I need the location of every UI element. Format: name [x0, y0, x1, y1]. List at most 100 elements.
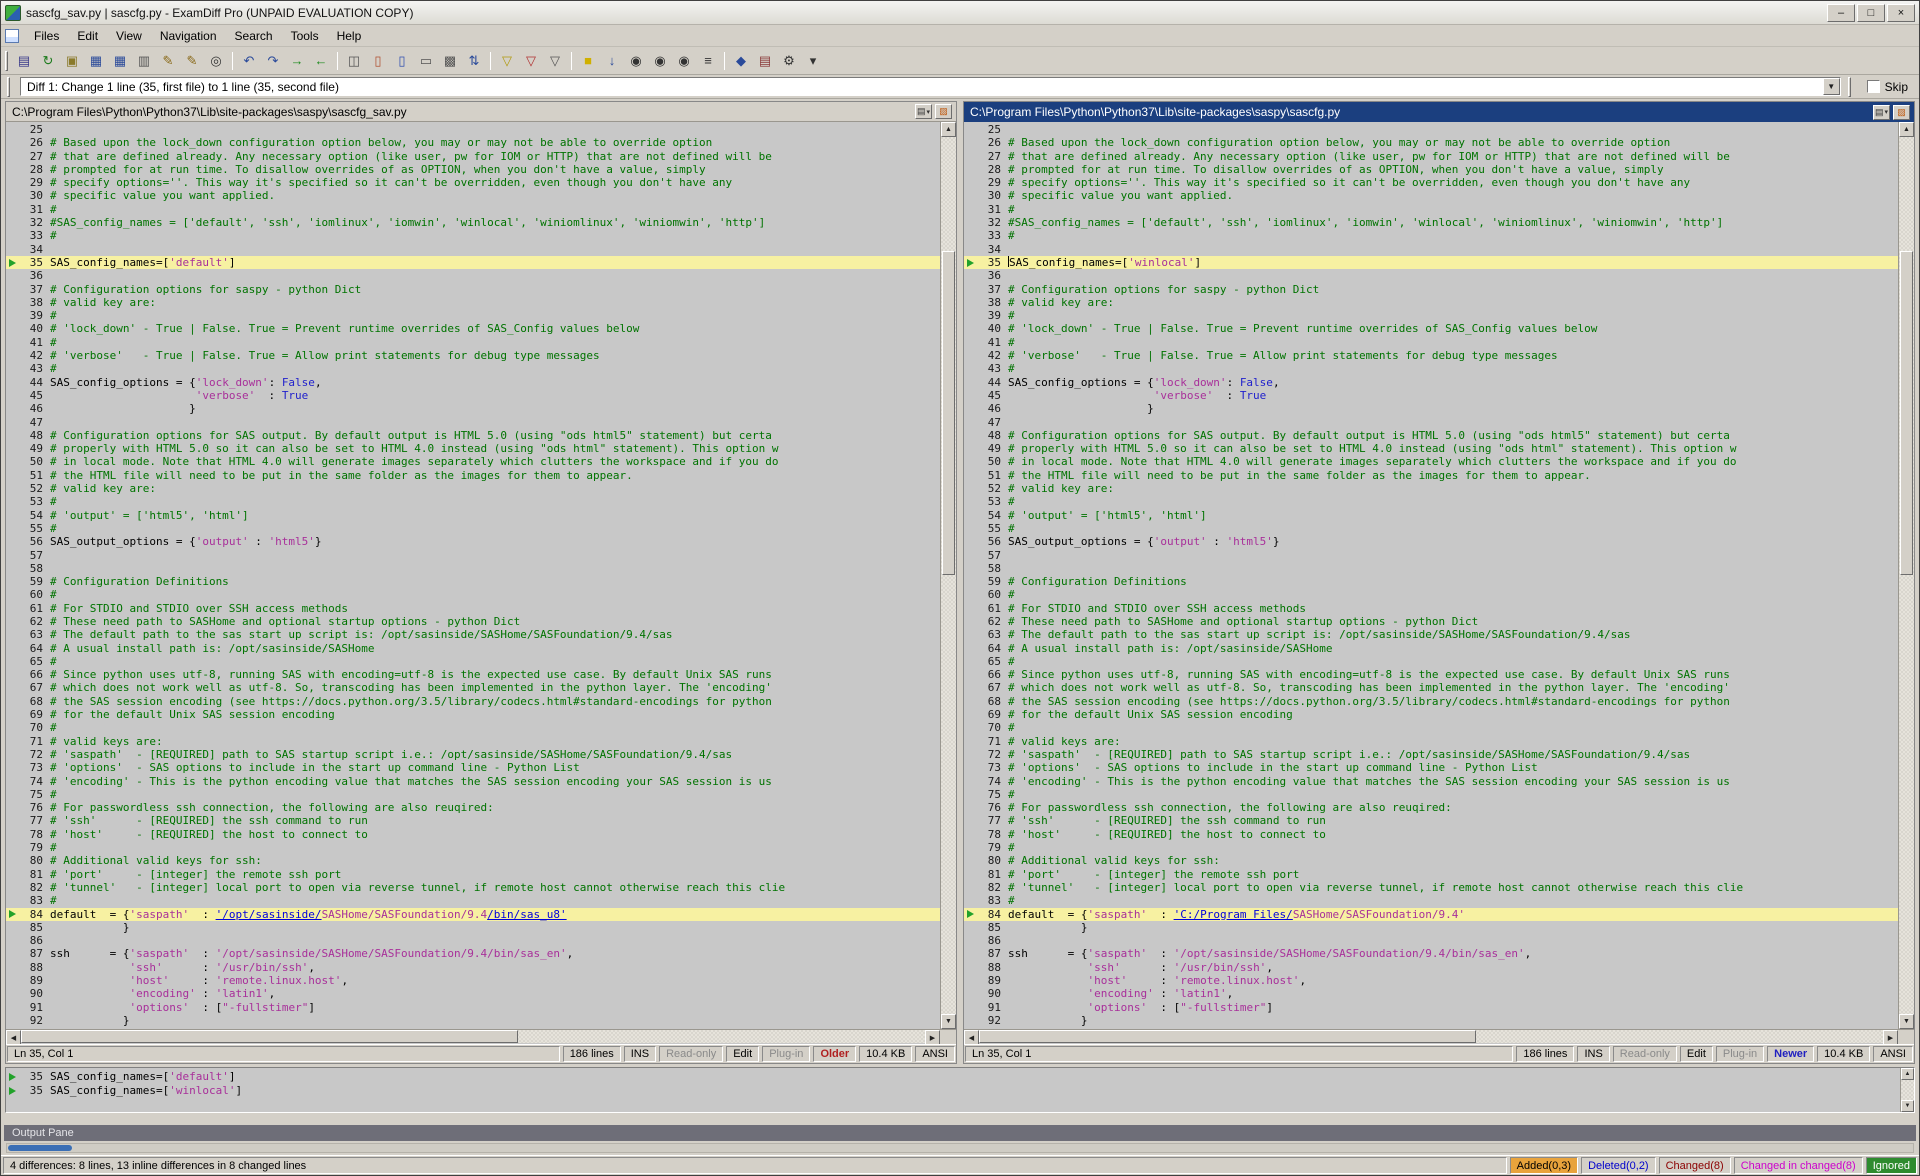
- code-line[interactable]: 33#: [6, 229, 940, 242]
- code-line[interactable]: 89 'host' : 'remote.linux.host',: [964, 974, 1898, 987]
- code-line[interactable]: 67# which does not work well as utf-8. S…: [964, 681, 1898, 694]
- code-line[interactable]: 45 'verbose' : True: [964, 389, 1898, 402]
- maximize-button[interactable]: □: [1857, 4, 1885, 22]
- menu-item-edit[interactable]: Edit: [68, 27, 107, 45]
- code-line[interactable]: 61# For STDIO and STDIO over SSH access …: [964, 602, 1898, 615]
- code-line[interactable]: 50# in local mode. Note that HTML 4.0 wi…: [6, 455, 940, 468]
- scroll-left-button[interactable]: ◀: [964, 1030, 979, 1045]
- menu-item-view[interactable]: View: [107, 27, 151, 45]
- right-vertical-scrollbar[interactable]: ▲ ▼: [1898, 122, 1914, 1029]
- code-line[interactable]: 65#: [964, 655, 1898, 668]
- diff-list-scrollbar[interactable]: ▲ ▼: [1900, 1068, 1914, 1112]
- code-line[interactable]: 61# For STDIO and STDIO over SSH access …: [6, 602, 940, 615]
- code-line[interactable]: 51# the HTML file will need to be put in…: [964, 469, 1898, 482]
- code-line[interactable]: 43#: [6, 362, 940, 375]
- find-next-icon[interactable]: ◉: [649, 50, 671, 72]
- code-line[interactable]: 53#: [6, 495, 940, 508]
- code-line[interactable]: 34: [964, 243, 1898, 256]
- code-line[interactable]: 45 'verbose' : True: [6, 389, 940, 402]
- code-line[interactable]: 53#: [964, 495, 1898, 508]
- diff-list-row[interactable]: 35SAS_config_names=['winlocal']: [6, 1084, 1900, 1098]
- code-line[interactable]: 59# Configuration Definitions: [964, 575, 1898, 588]
- code-line[interactable]: 47: [6, 416, 940, 429]
- pane-save-icon[interactable]: ▤▾: [915, 104, 932, 119]
- code-line[interactable]: 44SAS_config_options = {'lock_down': Fal…: [6, 376, 940, 389]
- sessions-icon[interactable]: ≡: [697, 50, 719, 72]
- code-line[interactable]: 75#: [6, 788, 940, 801]
- code-line[interactable]: 32#SAS_config_names = ['default', 'ssh',…: [964, 216, 1898, 229]
- code-line[interactable]: 83#: [964, 894, 1898, 907]
- code-line[interactable]: 37# Configuration options for saspy - py…: [6, 283, 940, 296]
- save-icon[interactable]: ▦: [85, 50, 107, 72]
- code-line[interactable]: 80# Additional valid keys for ssh:: [6, 854, 940, 867]
- diff-list-row[interactable]: 35SAS_config_names=['default']: [6, 1070, 1900, 1084]
- code-line[interactable]: 30# specific value you want applied.: [964, 189, 1898, 202]
- code-line[interactable]: 46 }: [6, 402, 940, 415]
- left-vertical-scrollbar[interactable]: ▲ ▼: [940, 122, 956, 1029]
- code-line[interactable]: 26# Based upon the lock_down configurati…: [6, 136, 940, 149]
- scroll-down-button[interactable]: ▼: [1901, 1100, 1914, 1112]
- code-line[interactable]: 76# For passwordless ssh connection, the…: [964, 801, 1898, 814]
- code-line[interactable]: 60#: [6, 588, 940, 601]
- scroll-up-button[interactable]: ▲: [1899, 122, 1914, 137]
- scroll-right-button[interactable]: ▶: [1883, 1030, 1898, 1045]
- find-icon[interactable]: ◉: [625, 50, 647, 72]
- code-line[interactable]: 70#: [6, 721, 940, 734]
- code-line[interactable]: 35SAS_config_names=['winlocal']: [964, 256, 1898, 269]
- code-line[interactable]: 35SAS_config_names=['default']: [6, 256, 940, 269]
- code-line[interactable]: 56SAS_output_options = {'output' : 'html…: [964, 535, 1898, 548]
- scroll-down-button[interactable]: ▼: [1899, 1014, 1914, 1029]
- code-line[interactable]: 58: [6, 562, 940, 575]
- code-line[interactable]: 78# 'host' - [REQUIRED] the host to conn…: [6, 828, 940, 841]
- show-first-pane-icon[interactable]: ▯: [367, 50, 389, 72]
- code-line[interactable]: 68# the SAS session encoding (see https:…: [6, 695, 940, 708]
- code-line[interactable]: 71# valid keys are:: [964, 735, 1898, 748]
- toolbar-grip[interactable]: [5, 51, 8, 71]
- code-line[interactable]: 73# 'options' - SAS options to include i…: [964, 761, 1898, 774]
- code-line[interactable]: 26# Based upon the lock_down configurati…: [964, 136, 1898, 149]
- code-line[interactable]: 79#: [6, 841, 940, 854]
- code-line[interactable]: 63# The default path to the sas start up…: [6, 628, 940, 641]
- code-line[interactable]: 31#: [964, 203, 1898, 216]
- code-line[interactable]: 39#: [6, 309, 940, 322]
- code-line[interactable]: 52# valid key are:: [964, 482, 1898, 495]
- code-line[interactable]: 28# prompted for at run time. To disallo…: [6, 163, 940, 176]
- code-line[interactable]: 72# 'saspath' - [REQUIRED] path to SAS s…: [6, 748, 940, 761]
- code-line[interactable]: 72# 'saspath' - [REQUIRED] path to SAS s…: [964, 748, 1898, 761]
- code-line[interactable]: 31#: [6, 203, 940, 216]
- menu-item-help[interactable]: Help: [328, 27, 371, 45]
- code-line[interactable]: 52# valid key are:: [6, 482, 940, 495]
- code-line[interactable]: 86: [6, 934, 940, 947]
- code-line[interactable]: 42# 'verbose' - True | False. True = All…: [964, 349, 1898, 362]
- diffnav-grip[interactable]: [7, 77, 10, 97]
- code-line[interactable]: 91 'options' : ["-fullstimer"]: [6, 1001, 940, 1014]
- code-line[interactable]: 67# which does not work well as utf-8. S…: [6, 681, 940, 694]
- scroll-track[interactable]: [21, 1030, 925, 1043]
- code-line[interactable]: 62# These need path to SASHome and optio…: [964, 615, 1898, 628]
- code-line[interactable]: 85 }: [6, 921, 940, 934]
- code-line[interactable]: 68# the SAS session encoding (see https:…: [964, 695, 1898, 708]
- scroll-track[interactable]: [941, 137, 956, 1014]
- code-line[interactable]: 56SAS_output_options = {'output' : 'html…: [6, 535, 940, 548]
- code-line[interactable]: 81# 'port' - [integer] the remote ssh po…: [964, 868, 1898, 881]
- snapshot-icon[interactable]: ◆: [730, 50, 752, 72]
- code-line[interactable]: 38# valid key are:: [964, 296, 1898, 309]
- next-difference-icon[interactable]: →: [286, 50, 308, 72]
- menu-item-tools[interactable]: Tools: [282, 27, 328, 45]
- find-prev-icon[interactable]: ◉: [673, 50, 695, 72]
- show-second-pane-icon[interactable]: ▯: [391, 50, 413, 72]
- code-line[interactable]: 38# valid key are:: [6, 296, 940, 309]
- save-as-icon[interactable]: ▦: [109, 50, 131, 72]
- filter-matching-lines-icon[interactable]: ▽: [544, 50, 566, 72]
- prev-difference-icon[interactable]: ←: [310, 50, 332, 72]
- options-icon[interactable]: ⚙: [778, 50, 800, 72]
- code-line[interactable]: 74# 'encoding' - This is the python enco…: [964, 775, 1898, 788]
- code-line[interactable]: 55#: [6, 522, 940, 535]
- code-line[interactable]: 91 'options' : ["-fullstimer"]: [964, 1001, 1898, 1014]
- code-line[interactable]: 51# the HTML file will need to be put in…: [6, 469, 940, 482]
- code-line[interactable]: 50# in local mode. Note that HTML 4.0 wi…: [964, 455, 1898, 468]
- edit-second-file-icon[interactable]: ✎: [181, 50, 203, 72]
- code-line[interactable]: 27# that are defined already. Any necess…: [964, 150, 1898, 163]
- code-line[interactable]: 46 }: [964, 402, 1898, 415]
- filter-diff-lines-icon[interactable]: ▽: [520, 50, 542, 72]
